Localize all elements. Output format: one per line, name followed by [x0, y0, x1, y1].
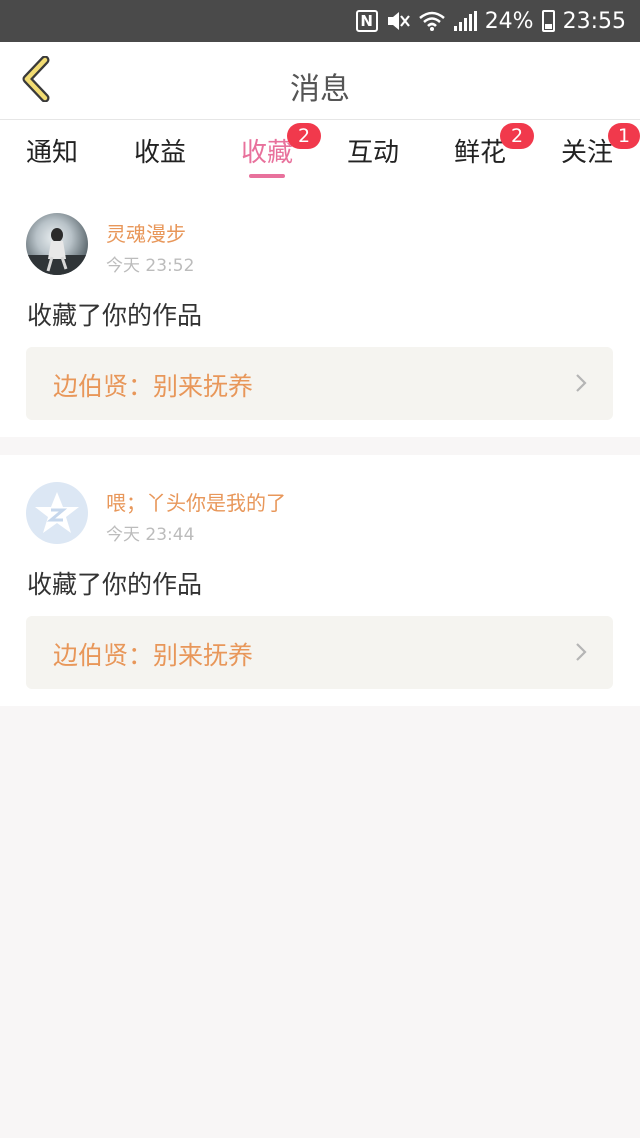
tab-interactions[interactable]: 互动 [328, 132, 418, 182]
tab-label: 互动 [346, 138, 399, 168]
timestamp: 今天 23:52 [106, 256, 195, 276]
user-photo-avatar[interactable] [26, 213, 88, 275]
battery-percent: 24% [484, 8, 534, 34]
active-tab-indicator [249, 174, 285, 178]
unread-badge: 2 [287, 123, 321, 149]
unread-badge: 1 [608, 123, 640, 149]
work-title: 边伯贤：别来抚养 [53, 372, 254, 401]
tab-follows[interactable]: 关注 1 [542, 123, 640, 182]
tab-label: 鲜花 [453, 138, 506, 168]
tab-label: 收益 [133, 138, 186, 168]
action-text: 收藏了你的作品 [27, 301, 203, 330]
default-star-avatar[interactable] [26, 482, 88, 544]
tab-label: 通知 [25, 138, 78, 168]
wifi-icon [418, 10, 446, 32]
message-card: 灵魂漫步 今天 23:52 收藏了你的作品 边伯贤：别来抚养 [0, 186, 640, 437]
work-link[interactable]: 边伯贤：别来抚养 [26, 347, 613, 420]
work-link[interactable]: 边伯贤：别来抚养 [26, 616, 613, 689]
page-title: 消息 [290, 72, 350, 107]
unread-badge: 2 [500, 123, 534, 149]
signal-icon [453, 11, 477, 31]
action-text: 收藏了你的作品 [27, 570, 203, 599]
tab-flowers[interactable]: 鲜花 2 [435, 123, 534, 182]
timestamp: 今天 23:44 [106, 525, 195, 545]
tab-label: 关注 [560, 138, 613, 168]
mute-icon [386, 10, 410, 32]
tab-notifications[interactable]: 通知 [7, 132, 97, 182]
nfc-icon: N [355, 10, 378, 32]
chevron-right-icon [575, 373, 587, 397]
username[interactable]: 灵魂漫步 [106, 218, 186, 247]
message-card: 喂；丫头你是我的了 今天 23:44 收藏了你的作品 边伯贤：别来抚养 [0, 455, 640, 706]
message-list: 灵魂漫步 今天 23:52 收藏了你的作品 边伯贤：别来抚养 喂；丫头你是我的了… [0, 186, 640, 706]
work-title: 边伯贤：别来抚养 [53, 641, 254, 670]
tab-favorites[interactable]: 收藏 2 [222, 123, 321, 182]
tab-bar: 通知 收益 收藏 2 互动 鲜花 2 关注 1 [0, 120, 640, 186]
username[interactable]: 喂；丫头你是我的了 [106, 487, 286, 516]
clock: 23:55 [562, 8, 626, 34]
battery-icon [541, 10, 555, 32]
header-bar: 消息 [0, 42, 640, 120]
tab-label: 收藏 [240, 138, 293, 168]
chevron-right-icon [575, 642, 587, 666]
status-bar: N 24% 23:55 [0, 0, 640, 42]
tab-earnings[interactable]: 收益 [115, 132, 205, 182]
